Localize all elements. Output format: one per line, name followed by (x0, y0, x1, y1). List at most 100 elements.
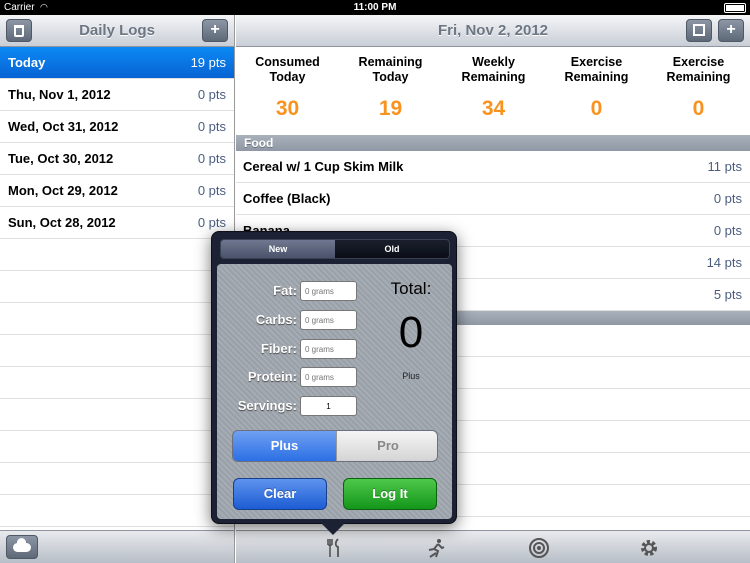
total-type: Plus (402, 371, 420, 381)
left-nav-bar: Daily Logs + (0, 15, 234, 47)
log-row[interactable]: Wed, Oct 31, 2012 0 pts (0, 111, 234, 143)
daily-logs-pane: Daily Logs + Today 19 pts Thu, Nov 1, 20… (0, 15, 235, 563)
summary-value: 0 (590, 97, 603, 120)
log-points: 0 pts (197, 119, 226, 134)
empty-row (0, 367, 234, 399)
log-points: 0 pts (197, 87, 226, 102)
summary-value: 19 (378, 97, 403, 120)
empty-row (0, 399, 234, 431)
exercise-icon (428, 539, 445, 558)
log-it-button[interactable]: Log It (343, 478, 437, 510)
log-points: 0 pts (197, 183, 226, 198)
fiber-label: Fiber: (260, 341, 297, 356)
mode-pro[interactable]: Pro (336, 431, 437, 461)
log-label: Sun, Oct 28, 2012 (8, 215, 116, 230)
cloud-icon (13, 538, 31, 552)
food-section-header: Food (236, 135, 750, 151)
protein-label: Protein: (247, 369, 297, 384)
mode-plus[interactable]: Plus (233, 431, 336, 461)
plan-mode-toggle: Plus Pro (232, 430, 438, 462)
tab-old[interactable]: Old (335, 240, 449, 258)
log-points: 19 pts (190, 55, 226, 70)
tab-new[interactable]: New (221, 240, 335, 258)
summary-label: Consumed Today (255, 55, 320, 84)
log-row[interactable]: Mon, Oct 29, 2012 0 pts (0, 175, 234, 207)
empty-row (0, 431, 234, 463)
log-label: Mon, Oct 29, 2012 (8, 183, 118, 198)
log-row[interactable]: Sun, Oct 28, 2012 0 pts (0, 207, 234, 239)
edit-icon (693, 24, 705, 36)
summary-value: 0 (692, 97, 705, 120)
popover-arrow (321, 523, 345, 535)
food-points: 5 pts (713, 287, 742, 302)
total-label: Total: (390, 279, 432, 298)
total-value: 0 (398, 308, 424, 357)
status-bar: Carrier ◠ 11:00 PM (0, 0, 750, 15)
summary-consumed-today: Consumed Today 30 (236, 47, 339, 121)
servings-label: Servings: (237, 398, 297, 413)
log-row[interactable]: Thu, Nov 1, 2012 0 pts (0, 79, 234, 111)
settings-icon (641, 540, 657, 556)
servings-field[interactable] (300, 396, 357, 416)
log-label: Thu, Nov 1, 2012 (8, 87, 111, 102)
points-summary: Consumed Today 30 Remaining Today 19 Wee… (236, 47, 750, 135)
summary-exercise-remaining: Exercise Remaining 0 (545, 47, 648, 121)
food-points: 0 pts (713, 223, 742, 238)
log-points: 0 pts (197, 151, 226, 166)
summary-weekly-remaining: Weekly Remaining 34 (442, 47, 545, 121)
points-calculator-popover: New Old Fat: Carbs: Fiber: Protein: Serv… (211, 231, 457, 535)
add-food-button[interactable]: + (718, 19, 744, 42)
food-label: Cereal w/ 1 Cup Skim Milk (243, 159, 404, 174)
food-row[interactable]: Cereal w/ 1 Cup Skim Milk 11 pts (236, 151, 750, 183)
summary-label: Weekly Remaining (461, 55, 526, 84)
carbs-label: Carbs: (255, 312, 297, 327)
status-time: 11:00 PM (353, 2, 397, 13)
log-label: Wed, Oct 31, 2012 (8, 119, 119, 134)
food-points: 0 pts (713, 191, 742, 206)
calculator-body: Fat: Carbs: Fiber: Protein: Servings: To… (217, 264, 452, 519)
clear-button[interactable]: Clear (233, 478, 327, 510)
food-points: 11 pts (707, 159, 742, 174)
protein-field[interactable] (300, 367, 357, 387)
day-title: Fri, Nov 2, 2012 (437, 22, 549, 39)
food-label: Coffee (Black) (243, 191, 331, 206)
add-log-button[interactable]: + (202, 19, 228, 42)
left-toolbar (0, 530, 234, 563)
tab-settings[interactable] (629, 531, 669, 563)
empty-row (0, 271, 234, 303)
daily-logs-title: Daily Logs (79, 22, 155, 39)
carbs-field[interactable] (300, 310, 357, 330)
tab-food[interactable] (314, 531, 354, 563)
food-icon (327, 538, 339, 557)
summary-label: Exercise Remaining (564, 55, 629, 84)
target-icon (529, 538, 549, 558)
log-row[interactable]: Tue, Oct 30, 2012 0 pts (0, 143, 234, 175)
food-points: 14 pts (706, 255, 742, 270)
summary-remaining-today: Remaining Today 19 (339, 47, 442, 121)
battery-icon (724, 3, 746, 13)
fiber-field[interactable] (300, 339, 357, 359)
food-row[interactable]: Coffee (Black) 0 pts (236, 183, 750, 215)
calculator-version-toggle: New Old (220, 239, 450, 259)
fat-field[interactable] (300, 281, 357, 301)
tab-exercise[interactable] (416, 531, 456, 563)
fat-label: Fat: (273, 283, 297, 298)
log-label: Tue, Oct 30, 2012 (8, 151, 114, 166)
empty-row (0, 303, 234, 335)
log-label: Today (8, 55, 46, 70)
summary-label: Remaining Today (358, 55, 423, 84)
empty-row (0, 239, 234, 271)
empty-row (0, 335, 234, 367)
summary-label: Exercise Remaining (666, 55, 731, 84)
empty-row (0, 495, 234, 527)
edit-button[interactable] (686, 19, 712, 42)
right-nav-bar: Fri, Nov 2, 2012 + (236, 15, 750, 47)
tab-bar (236, 530, 750, 563)
empty-row (0, 463, 234, 495)
summary-exercise-remaining: Exercise Remaining 0 (647, 47, 750, 121)
log-row-today[interactable]: Today 19 pts (0, 47, 234, 79)
tab-goals[interactable] (519, 531, 559, 563)
summary-value: 30 (275, 97, 300, 120)
summary-value: 34 (481, 97, 506, 120)
cloud-sync-button[interactable] (6, 535, 38, 559)
